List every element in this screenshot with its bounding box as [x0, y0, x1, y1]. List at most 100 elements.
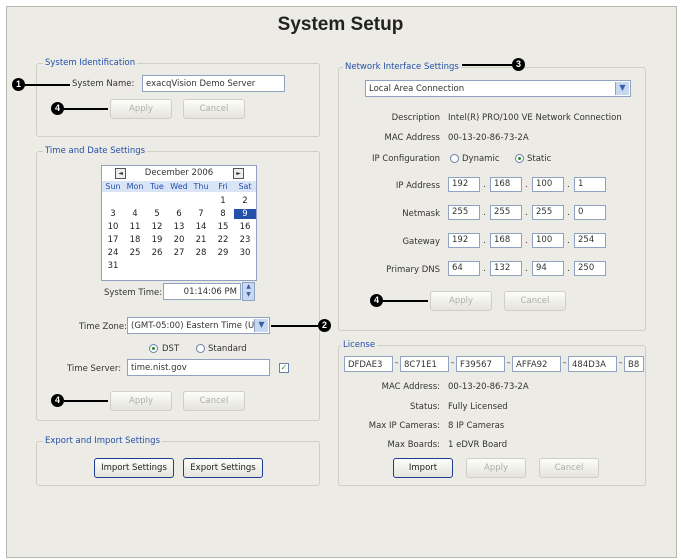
standard-radio[interactable]: [196, 344, 205, 353]
calendar-day[interactable]: 31: [102, 261, 124, 271]
calendar-day[interactable]: 9: [234, 209, 256, 219]
calendar-day[interactable]: 10: [102, 222, 124, 232]
license-apply-button[interactable]: Apply: [466, 458, 526, 478]
ip-address-octet[interactable]: 168: [490, 177, 522, 192]
dynamic-radio[interactable]: [450, 154, 459, 163]
calendar-day[interactable]: 12: [146, 222, 168, 232]
calendar-day[interactable]: 26: [146, 248, 168, 258]
netmask-octet[interactable]: 255: [532, 205, 564, 220]
calendar-day[interactable]: 27: [168, 248, 190, 258]
calendar-day[interactable]: 23: [234, 235, 256, 245]
network-settings-legend: Network Interface Settings: [343, 62, 461, 72]
time-cancel-button[interactable]: Cancel: [183, 391, 245, 411]
calendar-day[interactable]: 13: [168, 222, 190, 232]
ip-address-octet[interactable]: 100: [532, 177, 564, 192]
chevron-down-icon[interactable]: ▼: [254, 319, 268, 332]
calendar-day[interactable]: 4: [124, 209, 146, 219]
network-settings-group: Network Interface Settings: [338, 62, 646, 331]
calendar-day[interactable]: 17: [102, 235, 124, 245]
ip-address-label: IP Address: [395, 181, 440, 191]
calendar-day[interactable]: 18: [124, 235, 146, 245]
mac-address-value: 00-13-20-86-73-2A: [448, 133, 529, 143]
network-cancel-button[interactable]: Cancel: [504, 291, 566, 311]
ip-address-octet[interactable]: 192: [448, 177, 480, 192]
gateway-octet[interactable]: 100: [532, 233, 564, 248]
octet-separator: .: [525, 208, 528, 218]
license-key-field[interactable]: 8C71E1: [400, 356, 449, 372]
calendar-week-row: 3456789: [102, 209, 256, 221]
calendar-day[interactable]: 2: [234, 196, 256, 206]
adapter-select[interactable]: Local Area Connection ▼: [365, 80, 631, 97]
gateway-octet[interactable]: 168: [490, 233, 522, 248]
calendar-day[interactable]: 16: [234, 222, 256, 232]
calendar-day[interactable]: 24: [102, 248, 124, 258]
calendar-day[interactable]: 15: [212, 222, 234, 232]
time-server-input[interactable]: time.nist.gov: [127, 359, 270, 376]
calendar-day[interactable]: 1: [212, 196, 234, 206]
calendar-day[interactable]: 29: [212, 248, 234, 258]
next-month-icon[interactable]: ►: [233, 168, 244, 179]
chevron-down-icon[interactable]: ▼: [615, 82, 629, 95]
max-boards-value: 1 eDVR Board: [448, 440, 508, 450]
callout-marker-3: 3: [512, 58, 525, 71]
license-key-separator: -: [563, 358, 567, 368]
system-id-cancel-button[interactable]: Cancel: [183, 99, 245, 119]
license-key-field[interactable]: DFDAE3: [344, 356, 393, 372]
calendar[interactable]: ◄ December 2006 ► Sun Mon Tue Wed Thu Fri Sat …: [101, 165, 257, 281]
system-time-input[interactable]: 01:14:06 PM: [163, 283, 241, 300]
calendar-day[interactable]: 6: [168, 209, 190, 219]
time-apply-button[interactable]: Apply: [110, 391, 172, 411]
primary-dns-octet[interactable]: 132: [490, 261, 522, 276]
system-id-apply-button[interactable]: Apply: [110, 99, 172, 119]
primary-dns-octet[interactable]: 64: [448, 261, 480, 276]
calendar-day[interactable]: 14: [190, 222, 212, 232]
status-value: Fully Licensed: [448, 402, 508, 412]
calendar-day[interactable]: 20: [168, 235, 190, 245]
calendar-day[interactable]: 21: [190, 235, 212, 245]
calendar-day[interactable]: 28: [190, 248, 212, 258]
export-settings-button[interactable]: Export Settings: [183, 458, 263, 478]
callout-line-2: [271, 325, 318, 327]
callout-marker-2: 2: [318, 319, 331, 332]
time-zone-select[interactable]: (GMT-05:00) Eastern Time (U ▼: [127, 317, 270, 334]
gateway-octet[interactable]: 192: [448, 233, 480, 248]
dynamic-label: Dynamic: [462, 154, 500, 164]
system-time-spinner[interactable]: ▲ ▼: [242, 282, 255, 301]
license-key-separator: -: [619, 358, 623, 368]
static-radio[interactable]: [515, 154, 524, 163]
time-server-checkbox[interactable]: ✓: [279, 363, 289, 373]
calendar-day[interactable]: 7: [190, 209, 212, 219]
octet-separator: .: [567, 264, 570, 274]
octet-separator: .: [567, 236, 570, 246]
license-cancel-button[interactable]: Cancel: [539, 458, 599, 478]
calendar-day[interactable]: 8: [212, 209, 234, 219]
system-identification-legend: System Identification: [43, 58, 138, 68]
license-key-field[interactable]: F39567: [456, 356, 505, 372]
calendar-week-row: 12: [102, 196, 256, 208]
calendar-day[interactable]: 3: [102, 209, 124, 219]
dst-radio[interactable]: [149, 344, 158, 353]
octet-separator: .: [483, 236, 486, 246]
system-name-input[interactable]: exacqVision Demo Server: [142, 75, 285, 92]
ip-address-octet[interactable]: 1: [574, 177, 606, 192]
calendar-day[interactable]: 30: [234, 248, 256, 258]
gateway-octet[interactable]: 254: [574, 233, 606, 248]
calendar-day[interactable]: 25: [124, 248, 146, 258]
calendar-day[interactable]: 22: [212, 235, 234, 245]
license-key-field[interactable]: 484D3A: [568, 356, 617, 372]
calendar-day[interactable]: 5: [146, 209, 168, 219]
calendar-day[interactable]: 11: [124, 222, 146, 232]
netmask-octet[interactable]: 255: [448, 205, 480, 220]
license-key-field[interactable]: AFFA92: [512, 356, 561, 372]
primary-dns-octet[interactable]: 250: [574, 261, 606, 276]
primary-dns-octet[interactable]: 94: [532, 261, 564, 276]
calendar-day[interactable]: 19: [146, 235, 168, 245]
import-settings-button[interactable]: Import Settings: [94, 458, 174, 478]
license-import-button[interactable]: Import: [393, 458, 453, 478]
network-apply-button[interactable]: Apply: [430, 291, 492, 311]
callout-marker-4-network: 4: [370, 294, 383, 307]
license-key-field[interactable]: B8: [624, 356, 644, 372]
netmask-octet[interactable]: 255: [490, 205, 522, 220]
netmask-octet[interactable]: 0: [574, 205, 606, 220]
time-zone-value: (GMT-05:00) Eastern Time (U: [131, 321, 255, 331]
